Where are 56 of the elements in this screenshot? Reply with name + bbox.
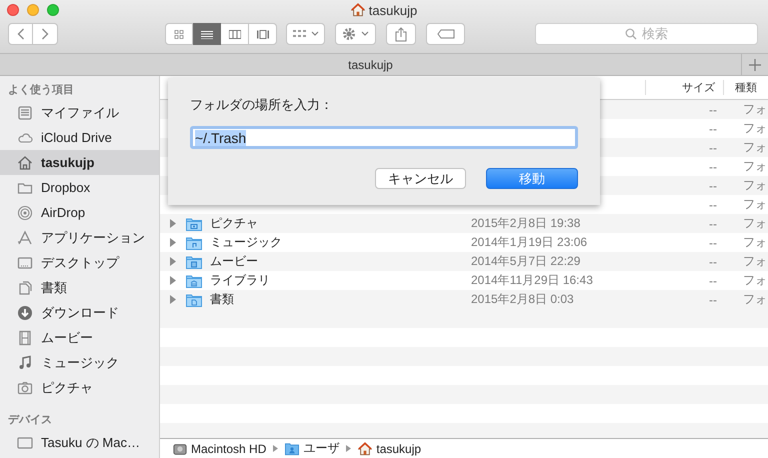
file-size: -- bbox=[709, 102, 717, 116]
file-size: -- bbox=[709, 216, 717, 230]
column-header[interactable]: 種類 bbox=[735, 82, 757, 94]
file-size: -- bbox=[709, 274, 717, 288]
file-kind: フォ bbox=[743, 254, 767, 268]
sidebar-item[interactable]: ピクチャ bbox=[0, 375, 159, 400]
sidebar-item[interactable]: ムービー bbox=[0, 325, 159, 350]
date-modified: 2014年11月29日 16:43 bbox=[471, 273, 593, 287]
file-kind: フォ bbox=[743, 235, 767, 249]
sidebar-item[interactable]: ミュージック bbox=[0, 350, 159, 375]
cancel-button[interactable]: キャンセル bbox=[375, 168, 466, 189]
sidebar-item[interactable]: マイファイル bbox=[0, 100, 159, 125]
file-size: -- bbox=[709, 160, 717, 174]
column-header[interactable]: サイズ bbox=[682, 82, 715, 94]
file-kind: フォ bbox=[743, 197, 767, 211]
sidebar-item[interactable]: iCloud Drive bbox=[0, 125, 159, 150]
date-modified: 2014年5月7日 22:29 bbox=[471, 254, 580, 268]
folder-path-field[interactable]: ~/.Trash bbox=[190, 126, 578, 149]
date-modified: 2015年2月8日 19:38 bbox=[471, 216, 580, 230]
sidebar-item[interactable]: 書類 bbox=[0, 275, 159, 300]
file-kind: フォ bbox=[743, 216, 767, 230]
file-size: -- bbox=[709, 236, 717, 250]
file-kind: フォ bbox=[743, 178, 767, 192]
path-item[interactable]: Macintosh HD bbox=[191, 442, 266, 456]
dialog-prompt: フォルダの場所を入力： bbox=[190, 96, 334, 114]
sidebar-section-title: デバイス bbox=[8, 414, 52, 426]
sidebar-item[interactable]: Tasuku の Mac… bbox=[0, 430, 159, 455]
file-kind: フォ bbox=[743, 121, 767, 135]
file-kind: フォ bbox=[743, 273, 767, 287]
sidebar-item[interactable]: ダウンロード bbox=[0, 300, 159, 325]
file-size: -- bbox=[709, 178, 717, 192]
file-name: 書類 bbox=[210, 291, 234, 308]
date-modified: 2015年2月8日 0:03 bbox=[471, 292, 574, 306]
path-item[interactable]: tasukujp bbox=[376, 442, 422, 456]
file-kind: フォ bbox=[743, 292, 767, 306]
sidebar-item[interactable]: Dropbox bbox=[0, 175, 159, 200]
sidebar-item[interactable]: アプリケーション bbox=[0, 225, 159, 250]
sidebar-item[interactable]: tasukujp bbox=[0, 150, 159, 175]
file-kind: フォ bbox=[743, 159, 767, 173]
path-item[interactable]: ユーザ bbox=[303, 440, 340, 457]
file-kind: フォ bbox=[743, 140, 767, 154]
file-name: ライブラリ bbox=[210, 272, 270, 289]
file-name: ピクチャ bbox=[210, 215, 258, 232]
file-kind: フォ bbox=[743, 102, 767, 116]
date-modified: 2014年1月19日 23:06 bbox=[471, 235, 588, 249]
file-size: -- bbox=[709, 254, 717, 268]
window-title: tasukujp bbox=[368, 2, 418, 18]
sidebar-section-title: よく使う項目 bbox=[8, 84, 74, 96]
file-size: -- bbox=[709, 292, 717, 306]
sidebar-item[interactable]: AirDrop bbox=[0, 200, 159, 225]
file-size: -- bbox=[709, 122, 717, 136]
sidebar-item[interactable]: デスクトップ bbox=[0, 250, 159, 275]
file-name: ミュージック bbox=[210, 234, 282, 251]
file-size: -- bbox=[709, 140, 717, 154]
file-size: -- bbox=[709, 198, 717, 212]
file-name: ムービー bbox=[210, 253, 258, 270]
